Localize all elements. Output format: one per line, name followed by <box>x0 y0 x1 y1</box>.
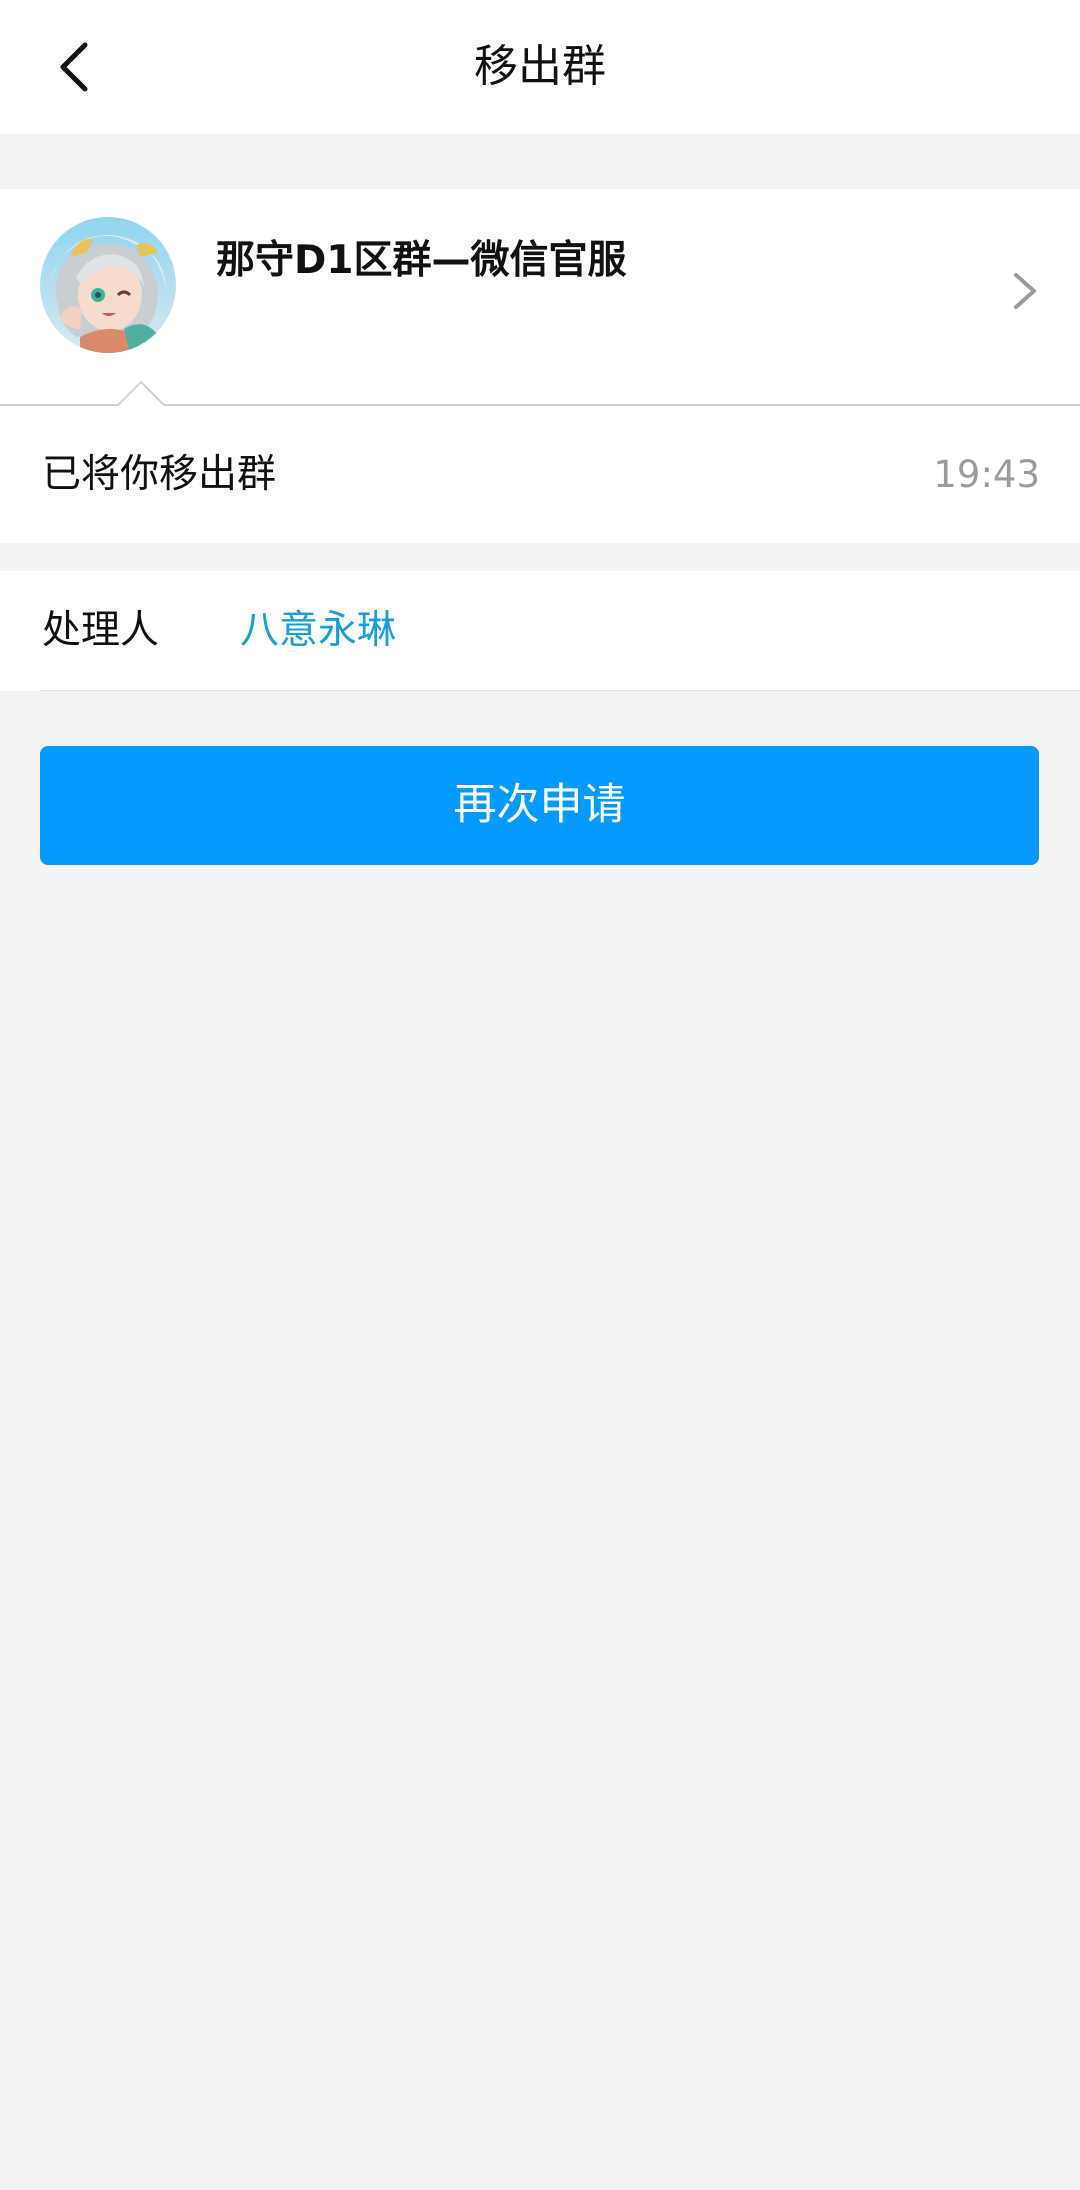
message-row: 已将你移出群 19:43 <box>0 406 1080 543</box>
handler-name-link[interactable]: 八意永琳 <box>240 571 396 691</box>
handler-row: 处理人 八意永琳 <box>0 571 1080 691</box>
nav-bar: 移出群 <box>0 0 1080 134</box>
pointer-arrow <box>118 380 164 406</box>
group-card[interactable]: 那守D1区群—微信官服 <box>0 189 1080 404</box>
message-time: 19:43 <box>933 453 1040 496</box>
message-text: 已将你移出群 <box>42 452 277 497</box>
group-name: 那守D1区群—微信官服 <box>216 238 627 283</box>
handler-label: 处理人 <box>42 608 160 653</box>
reapply-button[interactable]: 再次申请 <box>40 746 1039 865</box>
chevron-right-icon <box>1014 273 1036 309</box>
group-avatar <box>40 217 176 353</box>
page-title: 移出群 <box>474 41 606 92</box>
handler-divider <box>40 690 1080 691</box>
